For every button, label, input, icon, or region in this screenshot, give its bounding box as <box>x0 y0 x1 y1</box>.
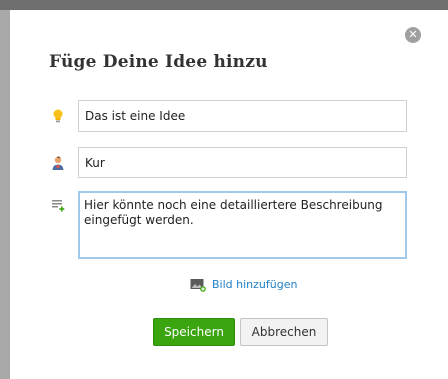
lightbulb-icon <box>50 108 66 124</box>
list-add-icon <box>50 197 66 213</box>
cancel-button[interactable]: Abbrechen <box>240 318 328 346</box>
description-textarea[interactable]: Hier könnte noch eine detailliertere Bes… <box>78 191 407 259</box>
add-idea-dialog: ✕ Füge Deine Idee hinzu Hier könnte noch… <box>0 0 448 379</box>
image-add-icon <box>190 277 206 292</box>
close-icon[interactable]: ✕ <box>405 27 421 43</box>
author-input[interactable] <box>78 147 407 178</box>
add-image-link[interactable]: Bild hinzufügen <box>190 276 297 292</box>
user-icon <box>50 155 66 171</box>
add-image-label: Bild hinzufügen <box>212 277 298 291</box>
dialog-title: Füge Deine Idee hinzu <box>49 52 268 72</box>
save-button[interactable]: Speichern <box>153 318 235 346</box>
idea-title-input[interactable] <box>78 100 407 132</box>
